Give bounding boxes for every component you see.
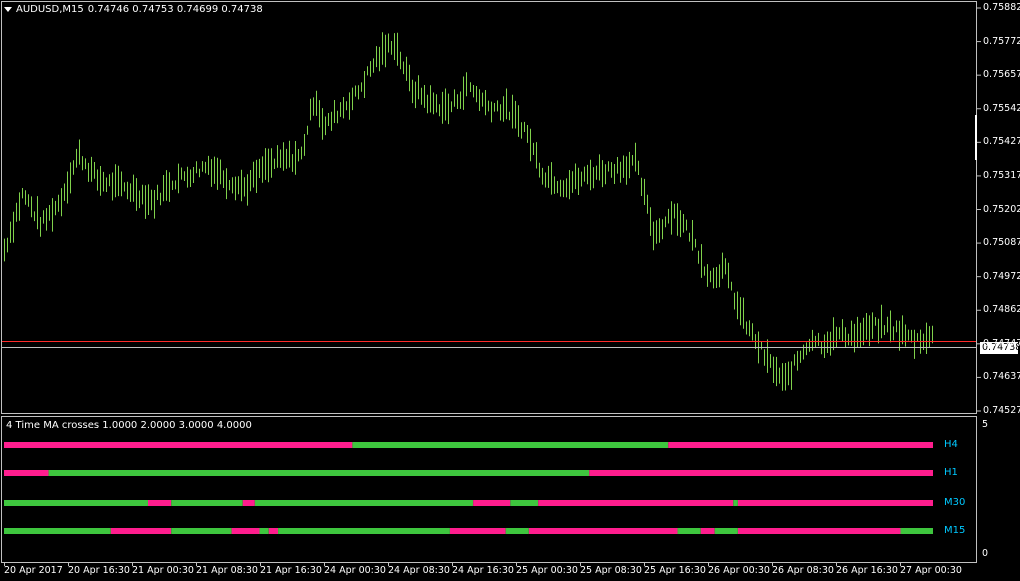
- price-tick-label: 0.74972: [983, 270, 1020, 282]
- ma-cross-bar-m15: [4, 528, 111, 534]
- ma-cross-bar-h4: [4, 442, 353, 448]
- ma-cross-bar-m15: [278, 528, 450, 534]
- ma-cross-bar-m15: [449, 528, 506, 534]
- ma-cross-bar-m15: [714, 528, 738, 534]
- timeframe-label-m15: M15: [944, 525, 966, 536]
- price-tick-label: 0.74527: [983, 405, 1020, 416]
- ma-cross-bar-m30: [733, 500, 738, 506]
- time-tick-label: 24 Apr 08:30: [388, 565, 450, 576]
- timeframe-label-m30: M30: [944, 497, 966, 508]
- ma-cross-bar-m15: [505, 528, 529, 534]
- price-tick-label: 0.74637: [983, 371, 1020, 383]
- ma-cross-bar-m15: [528, 528, 678, 534]
- ma-cross-bar-h1: [4, 470, 49, 476]
- indicator-axis-min: 0: [982, 548, 989, 559]
- indicator-pane-border: [1, 416, 977, 563]
- ma-cross-bar-m15: [268, 528, 279, 534]
- ma-cross-bar-m30: [171, 500, 243, 506]
- price-tick-label: 0.75202: [983, 203, 1020, 215]
- ma-cross-bar-m15: [171, 528, 232, 534]
- ma-cross-bar-m15: [110, 528, 172, 534]
- time-tick-label: 26 Apr 16:30: [836, 565, 898, 576]
- time-tick-label: 26 Apr 00:30: [708, 565, 770, 576]
- ma-cross-bar-m15: [737, 528, 901, 534]
- price-tick-label: 0.75087: [983, 237, 1020, 249]
- indicator-title: 4 Time MA crosses 1.0000 2.0000 3.0000 4…: [6, 420, 252, 431]
- ma-cross-bar-h4: [668, 442, 933, 448]
- ma-cross-bar-m30: [737, 500, 933, 506]
- symbol-name: AUDUSD,M15: [16, 4, 84, 15]
- symbol-header: AUDUSD,M15 0.74746 0.74753 0.74699 0.747…: [4, 4, 263, 15]
- ma-cross-bar-h1: [589, 470, 933, 476]
- ma-cross-bar-m30: [473, 500, 511, 506]
- ohlc-values: 0.74746 0.74753 0.74699 0.74738: [87, 4, 263, 15]
- ma-cross-bar-m15: [700, 528, 715, 534]
- time-tick-label: 24 Apr 16:30: [452, 565, 514, 576]
- ma-cross-bar-m15: [677, 528, 701, 534]
- ma-cross-bar-m15: [259, 528, 269, 534]
- time-tick-label: 24 Apr 00:30: [324, 565, 386, 576]
- time-tick-label: 21 Apr 16:30: [260, 565, 322, 576]
- chart-window[interactable]: AUDUSD,M15 0.74746 0.74753 0.74699 0.747…: [0, 0, 1020, 581]
- price-tick-label: 0.75882: [983, 2, 1020, 13]
- price-tick-label: 0.75317: [983, 169, 1020, 181]
- timeframe-label-h1: H1: [944, 467, 958, 478]
- ma-cross-bar-m30: [538, 500, 734, 506]
- timeframe-label-h4: H4: [944, 439, 958, 450]
- price-tick-label: 0.75427: [983, 136, 1020, 148]
- ma-cross-bar-m30: [147, 500, 172, 506]
- ma-cross-bar-m15: [900, 528, 933, 534]
- price-tick-label: 0.75657: [983, 69, 1020, 81]
- price-tick-label: 0.74747: [983, 337, 1020, 349]
- ma-cross-bar-m30: [242, 500, 255, 506]
- price-tick-label: 0.75542: [983, 102, 1020, 114]
- time-tick-label: 20 Apr 16:30: [68, 565, 130, 576]
- ma-cross-bar-m30: [254, 500, 474, 506]
- time-tick-label: 20 Apr 2017: [4, 565, 63, 576]
- time-tick-label: 21 Apr 00:30: [132, 565, 194, 576]
- ma-cross-bar-h4: [352, 442, 669, 448]
- time-tick-label: 25 Apr 00:30: [516, 565, 578, 576]
- ma-cross-bar-m30: [4, 500, 148, 506]
- time-tick-label: 26 Apr 08:30: [772, 565, 834, 576]
- ma-cross-bar-m15: [231, 528, 260, 534]
- price-tick-label: 0.74862: [983, 304, 1020, 316]
- ma-cross-bar-h1: [48, 470, 590, 476]
- ma-cross-bar-m30: [510, 500, 539, 506]
- chart-canvas[interactable]: [0, 0, 1020, 581]
- time-tick-label: 21 Apr 08:30: [196, 565, 258, 576]
- time-tick-label: 25 Apr 08:30: [580, 565, 642, 576]
- price-bars: [4, 32, 933, 391]
- indicator-axis-max: 5: [982, 419, 989, 430]
- price-tick-label: 0.75772: [983, 35, 1020, 47]
- time-tick-label: 25 Apr 16:30: [644, 565, 706, 576]
- dropdown-triangle-icon[interactable]: [4, 7, 12, 12]
- time-tick-label: 27 Apr 00:30: [900, 565, 962, 576]
